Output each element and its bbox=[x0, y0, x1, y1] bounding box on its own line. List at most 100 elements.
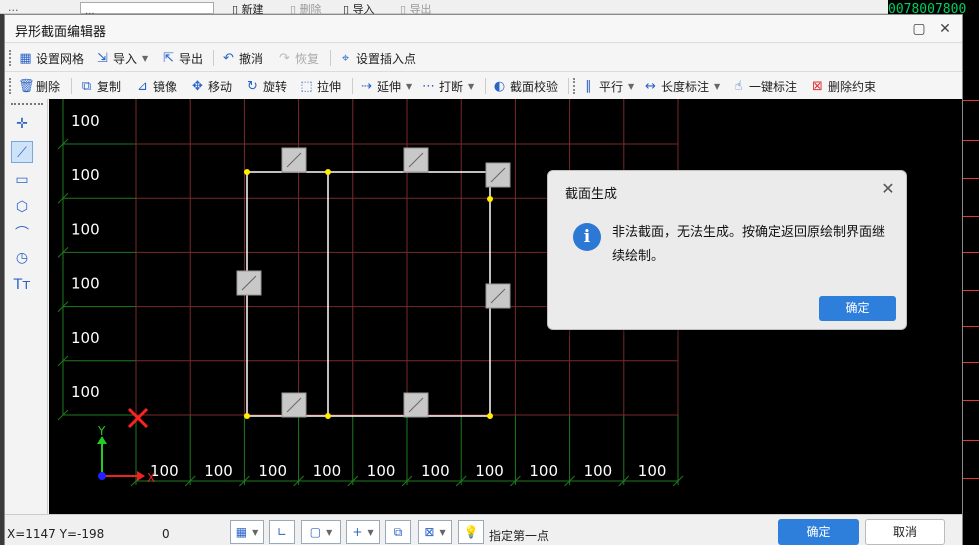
confirm-button[interactable]: 确定 bbox=[778, 519, 859, 545]
toolbar-file: ▦ 设置网格 ⇲ 导入 ▼ ⇱ 导出 ↶ 撤消 ↷ 恢复 ⌖ 设置插入点 bbox=[5, 44, 962, 72]
coordinate-readout: X=1147 Y=-198 bbox=[7, 527, 105, 541]
section-outline bbox=[236, 147, 511, 419]
background-red-tick bbox=[963, 290, 979, 291]
delete-constraint-button[interactable]: ⊠ 删除约束 bbox=[810, 76, 876, 96]
set-insert-point-button[interactable]: ⌖ 设置插入点 bbox=[338, 48, 416, 68]
polygon-tool-icon[interactable]: ⬡ bbox=[11, 196, 33, 218]
import-button[interactable]: ⇲ 导入 ▼ bbox=[95, 48, 148, 68]
text-tool-icon[interactable]: Tт bbox=[11, 274, 33, 296]
undo-button[interactable]: ↶ 撤消 bbox=[221, 48, 263, 68]
maximize-button[interactable]: ▢ bbox=[909, 19, 929, 39]
rotate-button[interactable]: ↻ 旋转 bbox=[245, 76, 287, 96]
move-button[interactable]: ✥ 移动 bbox=[190, 76, 232, 96]
toolbar-separator bbox=[213, 50, 214, 66]
redo-icon: ↷ bbox=[279, 50, 290, 66]
move-label: 移动 bbox=[208, 79, 233, 94]
rotate-icon: ↻ bbox=[247, 78, 258, 94]
grid-label-horizontal: 100 bbox=[313, 462, 342, 480]
chevron-down-icon: ▼ bbox=[714, 81, 721, 91]
extend-button[interactable]: ⇢ 延伸 ▼ bbox=[359, 76, 412, 96]
redo-label: 恢复 bbox=[295, 51, 320, 66]
vertex-point bbox=[487, 196, 493, 202]
background-toolbar-label: ... bbox=[8, 1, 19, 14]
delete-constraint-icon: ⊠ bbox=[812, 78, 823, 94]
mirror-button[interactable]: ⊿ 镜像 bbox=[135, 76, 177, 96]
info-icon: i bbox=[573, 223, 601, 251]
section-check-label: 截面校验 bbox=[510, 79, 559, 94]
set-insert-point-label: 设置插入点 bbox=[356, 51, 417, 66]
ortho-icon: ∟ bbox=[276, 525, 288, 539]
close-button[interactable]: ✕ bbox=[935, 19, 955, 39]
toolbar-separator bbox=[330, 50, 331, 66]
rotate-label: 旋转 bbox=[263, 79, 288, 94]
arc-tool-icon[interactable]: ⌒ bbox=[11, 223, 33, 245]
toolbar-grip[interactable] bbox=[9, 78, 12, 94]
undo-icon: ↶ bbox=[223, 50, 234, 66]
grid-label-vertical: 100 bbox=[71, 220, 100, 238]
hint-toggle[interactable]: 💡 bbox=[458, 520, 484, 544]
status-bar: X=1147 Y=-198 0 ▦ ▼ ∟ ▢ ▼ + ▼ ⧉ ⊠ ▼ 💡 指定第一点 … bbox=[5, 514, 962, 545]
toolbar-separator bbox=[568, 78, 569, 94]
dialog-message: 非法截面，无法生成。按确定返回原绘制界面继续绘制。 bbox=[612, 225, 886, 264]
break-button[interactable]: ⋯ 打断 ▼ bbox=[421, 76, 474, 96]
redo-button[interactable]: ↷ 恢复 bbox=[277, 48, 319, 68]
cancel-button[interactable]: 取消 bbox=[865, 519, 945, 545]
mirror-label: 镜像 bbox=[153, 79, 178, 94]
set-grid-button[interactable]: ▦ 设置网格 bbox=[18, 48, 84, 68]
chevron-down-icon: ▼ bbox=[367, 527, 374, 537]
stretch-icon: ⬚ bbox=[300, 78, 313, 94]
section-outline-rect bbox=[246, 171, 491, 417]
grid-label-horizontal: 100 bbox=[421, 462, 450, 480]
background-right-panel bbox=[963, 0, 979, 545]
background-red-tick bbox=[963, 216, 979, 217]
dialog-close-icon[interactable]: ✕ bbox=[878, 179, 898, 199]
toolbar-grip[interactable] bbox=[573, 78, 576, 94]
stretch-button[interactable]: ⬚ 拉伸 bbox=[299, 76, 341, 96]
grid-snap-toggle[interactable]: ▦ ▼ bbox=[230, 520, 264, 544]
background-field[interactable]: ... bbox=[80, 2, 214, 17]
rectangle-tool-icon[interactable]: ▭ bbox=[11, 169, 33, 191]
break-icon: ⋯ bbox=[422, 78, 435, 94]
export-icon: ⇱ bbox=[163, 50, 174, 66]
grid-label-horizontal: 100 bbox=[529, 462, 558, 480]
length-dimension-button[interactable]: ↔ 长度标注 ▼ bbox=[643, 76, 720, 96]
line-tool-icon[interactable]: ⟋ bbox=[11, 141, 33, 163]
polar-toggle[interactable]: + ▼ bbox=[346, 520, 380, 544]
toolbar-grip[interactable] bbox=[9, 50, 12, 66]
constraint-toggle[interactable]: ⊠ ▼ bbox=[418, 520, 452, 544]
dimension-icon: ↔ bbox=[645, 78, 656, 94]
object-snap-toggle[interactable]: ▢ ▼ bbox=[301, 520, 341, 544]
delete-button[interactable]: 🗑 删除 bbox=[18, 76, 60, 96]
vertex-point bbox=[487, 413, 493, 419]
parallel-label: 平行 bbox=[599, 79, 624, 94]
extend-icon: ⇢ bbox=[361, 78, 372, 94]
background-red-tick bbox=[963, 140, 979, 141]
background-red-tick bbox=[963, 178, 979, 179]
constraint-icon: ⊠ bbox=[424, 525, 435, 539]
background-red-tick bbox=[963, 252, 979, 253]
background-red-tick bbox=[963, 100, 979, 101]
section-check-button[interactable]: ◐ 截面校验 bbox=[492, 76, 558, 96]
circle-tool-icon[interactable]: ◷ bbox=[11, 247, 33, 269]
one-click-dimension-label: 一键标注 bbox=[749, 79, 798, 94]
panel-grip[interactable] bbox=[11, 103, 43, 105]
command-prompt: 指定第一点 bbox=[489, 529, 550, 543]
ortho-toggle[interactable]: ∟ bbox=[269, 520, 295, 544]
export-button[interactable]: ⇱ 导出 bbox=[161, 48, 203, 68]
dialog-title: 截面生成 bbox=[565, 187, 618, 202]
title-bar: 异形截面编辑器 ▢ ✕ bbox=[5, 15, 962, 43]
coordinate-axis: XY bbox=[97, 407, 155, 485]
toolbar-separator bbox=[352, 78, 353, 94]
one-click-dimension-button[interactable]: ☝ 一键标注 bbox=[731, 76, 797, 96]
background-red-tick bbox=[963, 400, 979, 401]
polar-icon: + bbox=[352, 525, 363, 539]
background-red-tick bbox=[963, 478, 979, 479]
length-dimension-label: 长度标注 bbox=[661, 79, 710, 94]
dialog-ok-button[interactable]: 确定 bbox=[819, 296, 896, 321]
parallel-button[interactable]: ∥ 平行 ▼ bbox=[581, 76, 634, 96]
tracking-toggle[interactable]: ⧉ bbox=[385, 520, 411, 544]
copy-button[interactable]: ⧉ 复制 bbox=[79, 76, 121, 96]
vertex-point bbox=[325, 413, 331, 419]
point-tool-icon[interactable]: ✛ bbox=[11, 113, 33, 135]
parallel-icon: ∥ bbox=[585, 78, 592, 94]
